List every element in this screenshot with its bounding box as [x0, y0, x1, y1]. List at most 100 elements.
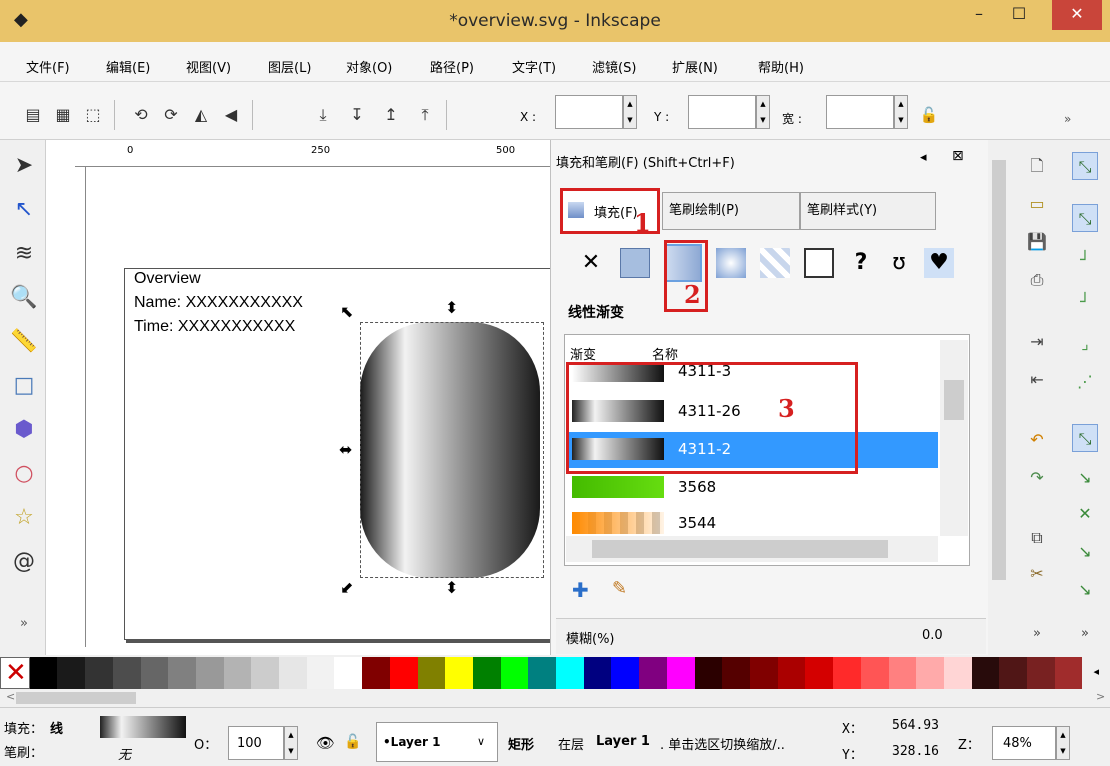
lower-icon[interactable]: ↧ — [346, 104, 368, 126]
rotate-ccw-icon[interactable]: ⟲ — [130, 104, 152, 126]
cut-icon[interactable]: ✂ — [1024, 560, 1050, 588]
menu-help[interactable]: 帮助(H) — [758, 57, 804, 76]
palette-swatch[interactable] — [57, 657, 86, 689]
scale-handle-left-icon[interactable]: ⬌ — [339, 440, 352, 459]
palette-swatch[interactable] — [500, 657, 529, 689]
tab-stroke-style[interactable]: 笔刷样式(Y) — [800, 192, 936, 230]
raise-to-top-icon[interactable]: ⤒ — [414, 104, 436, 126]
palette-swatch[interactable] — [168, 657, 196, 689]
palette-swatch[interactable] — [306, 657, 335, 689]
snap-bbox-corner-icon[interactable]: ┘ — [1072, 288, 1098, 316]
canvas-scrollbar-thumb[interactable] — [992, 160, 1006, 580]
radial-gradient-icon[interactable] — [716, 248, 746, 278]
scale-handle-top-left-icon[interactable]: ⬉ — [340, 302, 353, 321]
fill-preview[interactable] — [100, 716, 186, 738]
rotate-cw-icon[interactable]: ⟳ — [160, 104, 182, 126]
palette-swatch[interactable] — [943, 657, 972, 689]
spiral-tool-icon[interactable]: @ — [10, 548, 38, 576]
close-button[interactable]: ✕ — [1052, 0, 1102, 30]
select-all-layers-icon[interactable]: ▦ — [52, 104, 74, 126]
layer-dropdown[interactable]: •Layer 1 ∨ — [376, 722, 498, 762]
palette-swatch[interactable] — [749, 657, 778, 689]
flip-horizontal-icon[interactable]: ◭ — [190, 104, 212, 126]
y-spinner[interactable]: ▲ ▼ — [756, 95, 770, 129]
snap-nodes-icon[interactable]: ⤡ — [1072, 424, 1098, 452]
ellipse-tool-icon[interactable]: ○ — [10, 460, 38, 488]
layer-lock-icon[interactable]: 🔓 — [344, 734, 361, 750]
menu-text[interactable]: 文字(T) — [512, 57, 556, 76]
snap-overflow-button[interactable]: » — [1072, 620, 1098, 648]
toolbox-overflow-button[interactable]: » — [10, 610, 38, 638]
maximize-button[interactable]: ☐ — [1000, 0, 1038, 30]
palette-swatch[interactable] — [694, 657, 723, 689]
y-input[interactable] — [688, 95, 756, 129]
node-tool-icon[interactable]: ↖ — [10, 196, 38, 224]
palette-swatch[interactable] — [279, 657, 307, 689]
palette-swatch[interactable] — [583, 657, 612, 689]
scale-handle-top-icon[interactable]: ⬍ — [445, 298, 458, 317]
menu-file[interactable]: 文件(F) — [26, 57, 70, 76]
opacity-input[interactable]: 100 — [228, 726, 284, 760]
minimize-button[interactable]: – — [960, 0, 998, 30]
flip-vertical-icon[interactable]: ◀ — [220, 104, 242, 126]
canvas-hscroll-thumb[interactable] — [16, 692, 136, 704]
no-paint-icon[interactable]: ✕ — [576, 248, 606, 278]
commands-overflow-button[interactable]: » — [1024, 620, 1050, 648]
snap-bbox-midpoint-icon[interactable]: ⌟ — [1072, 330, 1098, 358]
palette-scroll-icon[interactable]: ◂ — [1082, 657, 1110, 689]
palette-swatch[interactable] — [85, 657, 113, 689]
palette-swatch[interactable] — [722, 657, 750, 689]
list-vertical-scrollbar[interactable] — [940, 340, 968, 536]
raise-icon[interactable]: ↥ — [380, 104, 402, 126]
lock-icon[interactable]: 🔓 — [918, 104, 940, 126]
menu-path[interactable]: 路径(P) — [430, 57, 474, 76]
doc-text-time[interactable]: Time: XXXXXXXXXXX — [134, 318, 295, 336]
select-all-icon[interactable]: ▤ — [22, 104, 44, 126]
snap-intersection-icon[interactable]: ✕ — [1072, 500, 1098, 528]
color-palette[interactable]: ✕ ◂ — [0, 657, 1110, 689]
palette-swatch[interactable] — [777, 657, 806, 689]
palette-swatch[interactable] — [805, 657, 834, 689]
scroll-right-icon[interactable]: > — [1096, 690, 1105, 703]
palette-none-swatch[interactable]: ✕ — [0, 657, 30, 689]
open-document-icon[interactable]: ▭ — [1024, 190, 1050, 218]
scale-handle-bottom-left-icon[interactable]: ⬋ — [340, 578, 353, 597]
fill-rule-evenodd-icon[interactable]: ʊ — [884, 248, 914, 278]
snap-midpoints-icon[interactable]: ↘ — [1072, 576, 1098, 604]
palette-swatch[interactable] — [666, 657, 695, 689]
list-hscroll-thumb[interactable] — [592, 540, 888, 558]
zoom-spinner[interactable]: ▲ ▼ — [1056, 726, 1070, 760]
palette-swatch[interactable] — [916, 657, 944, 689]
toolbar-overflow-button[interactable]: » — [1064, 112, 1071, 126]
palette-swatch[interactable] — [971, 657, 1000, 689]
redo-icon[interactable]: ↷ — [1024, 464, 1050, 492]
palette-swatch[interactable] — [251, 657, 280, 689]
list-item[interactable]: 3568 — [566, 470, 938, 506]
snap-bbox-center-icon[interactable]: ⋰ — [1072, 368, 1098, 396]
layer-visibility-icon[interactable]: 👁 — [316, 734, 335, 752]
menu-filters[interactable]: 滤镜(S) — [592, 57, 636, 76]
palette-swatch[interactable] — [472, 657, 501, 689]
tab-stroke-paint[interactable]: 笔刷绘制(P) — [662, 192, 800, 230]
palette-swatch[interactable] — [389, 657, 418, 689]
palette-swatch[interactable] — [417, 657, 446, 689]
palette-swatch[interactable] — [334, 657, 363, 689]
width-input[interactable] — [826, 95, 894, 129]
menu-object[interactable]: 对象(O) — [346, 57, 392, 76]
snap-bbox-icon[interactable]: ⤡ — [1072, 204, 1098, 232]
x-spinner[interactable]: ▲ ▼ — [623, 95, 637, 129]
3d-box-tool-icon[interactable]: ⬢ — [10, 416, 38, 444]
menu-layer[interactable]: 图层(L) — [268, 57, 311, 76]
palette-swatch[interactable] — [999, 657, 1028, 689]
panel-collapse-icon[interactable]: ◂ — [920, 150, 927, 165]
menu-view[interactable]: 视图(V) — [186, 57, 231, 76]
zoom-input[interactable]: 48% — [992, 726, 1056, 760]
snap-toggle-icon[interactable]: ⤡ — [1072, 152, 1098, 180]
palette-swatch[interactable] — [611, 657, 640, 689]
palette-swatch[interactable] — [112, 657, 141, 689]
scroll-left-icon[interactable]: < — [6, 690, 15, 703]
palette-swatch[interactable] — [362, 657, 390, 689]
opacity-spinner[interactable]: ▲ ▼ — [284, 726, 298, 760]
palette-swatch[interactable] — [223, 657, 252, 689]
palette-swatch[interactable] — [888, 657, 917, 689]
